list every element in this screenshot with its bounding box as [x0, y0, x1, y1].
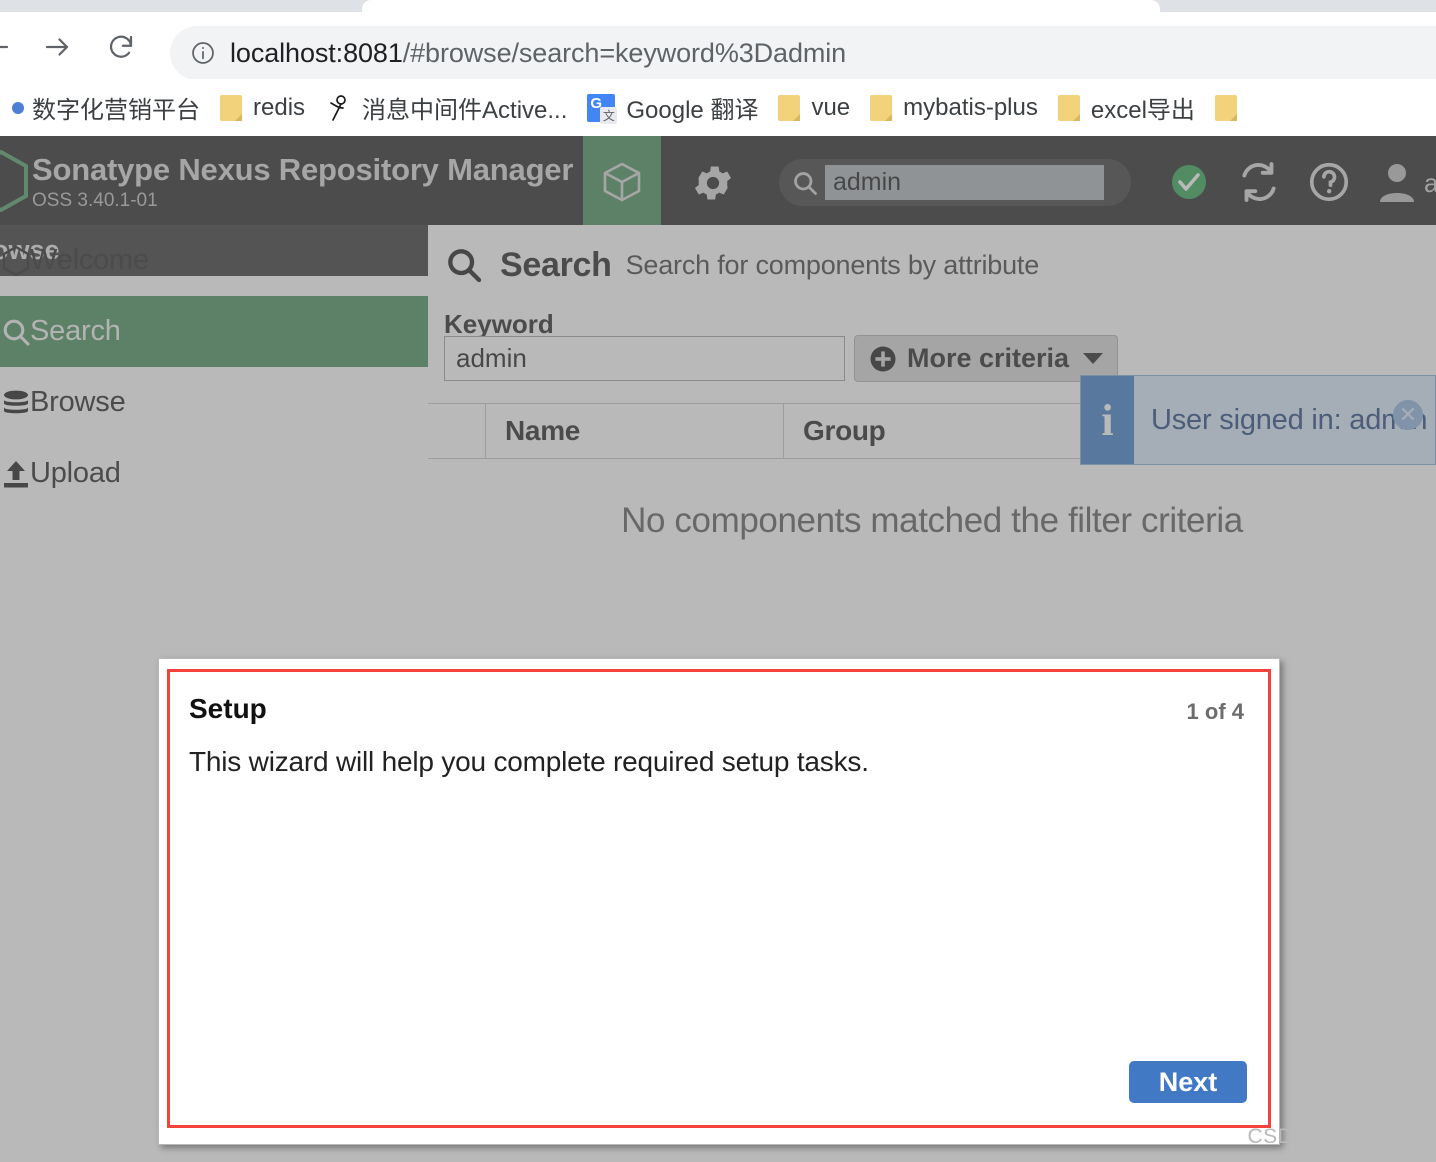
folder-icon [1057, 94, 1080, 121]
bookmark-item[interactable]: 数字化营销平台 [0, 86, 210, 130]
bookmark-bar: 数字化营销平台 redis 消息中间件Active... G文 Google 翻… [0, 79, 1436, 136]
bookmark-label: mybatis-plus [903, 93, 1038, 121]
setup-wizard-highlight-frame: Setup 1 of 4 This wizard will help you c… [167, 669, 1271, 1128]
folder-icon [778, 94, 801, 121]
dialog-title: Setup [189, 693, 267, 724]
bookmark-label: 数字化营销平台 [32, 97, 200, 124]
bookmark-label: excel导出 [1090, 97, 1195, 124]
bookmark-item[interactable]: G文 Google 翻译 [577, 86, 768, 130]
bookmark-item[interactable]: vue [768, 86, 860, 130]
forward-arrow-icon[interactable] [42, 32, 72, 62]
browser-tab-active[interactable] [362, 0, 1160, 12]
browser-toolbar: localhost:8081/#browse/search=keyword%3D… [0, 12, 1436, 80]
bookmark-label: Google 翻译 [626, 97, 759, 124]
next-button[interactable]: Next [1129, 1061, 1247, 1103]
dialog-body-text: This wizard will help you complete requi… [189, 746, 869, 777]
browser-tab-next[interactable] [1160, 0, 1436, 12]
watermark: CSDN @12程序猿 [1247, 1125, 1426, 1148]
dialog-step-indicator: 1 of 4 [1186, 699, 1244, 724]
blue-dot-icon [12, 101, 24, 114]
bookmark-item[interactable]: excel导出 [1048, 86, 1205, 130]
bookmark-item[interactable]: 消息中间件Active... [315, 86, 577, 130]
site-info-icon[interactable] [190, 40, 216, 66]
folder-icon [1214, 94, 1237, 121]
bookmark-item[interactable]: redis [210, 86, 315, 130]
folder-icon [870, 94, 893, 121]
setup-wizard-dialog: Setup 1 of 4 This wizard will help you c… [158, 658, 1280, 1145]
address-bar-url: localhost:8081/#browse/search=keyword%3D… [230, 37, 847, 68]
browser-tab-previous[interactable] [0, 0, 360, 12]
reload-icon[interactable] [106, 32, 136, 62]
folder-icon [220, 94, 242, 121]
bookmark-label: 消息中间件Active... [362, 97, 568, 124]
bookmark-item[interactable] [1205, 86, 1258, 130]
google-translate-icon: G文 [587, 93, 618, 124]
bookmark-label: vue [811, 93, 851, 121]
address-bar[interactable]: localhost:8081/#browse/search=keyword%3D… [170, 26, 1436, 80]
bookmark-item[interactable]: mybatis-plus [860, 86, 1048, 130]
bookmark-label: redis [253, 93, 306, 121]
back-arrow-icon[interactable] [0, 32, 12, 62]
browser-tab-strip [0, 0, 1436, 12]
activemq-icon [325, 94, 351, 122]
